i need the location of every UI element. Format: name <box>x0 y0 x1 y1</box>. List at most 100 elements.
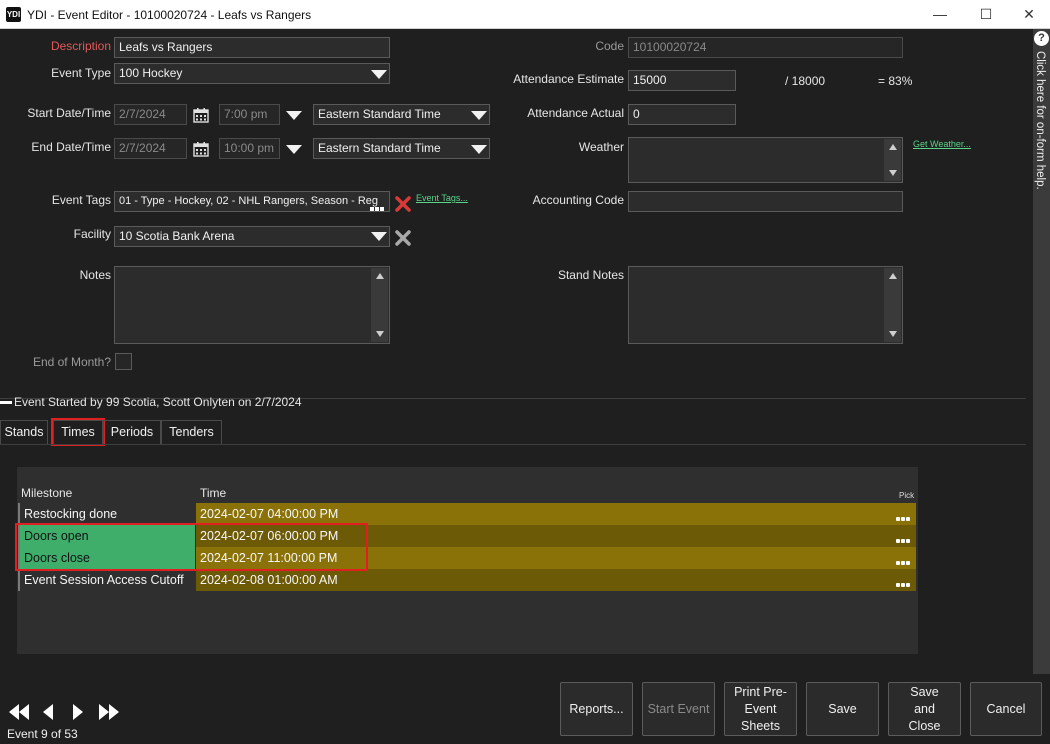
end-datetime-label: End Date/Time <box>31 140 111 154</box>
next-icon <box>73 704 83 720</box>
tab-times[interactable]: Times <box>51 418 105 446</box>
end-time-field[interactable]: 10:00 pm <box>219 138 280 159</box>
time-value: 2024-02-08 01:00:00 AM <box>200 573 338 587</box>
end-timezone-dropdown-icon[interactable] <box>471 145 487 154</box>
table-row[interactable]: Event Session Access Cutoff 2024-02-08 0… <box>17 569 918 591</box>
reports-button[interactable]: Reports... <box>560 682 633 736</box>
pick-column-header: Pick <box>899 491 915 500</box>
stand-notes-scrollbar[interactable] <box>884 268 901 342</box>
end-timezone-select[interactable]: Eastern Standard Time <box>313 138 490 159</box>
calendar-icon[interactable] <box>193 107 209 123</box>
clear-tags-icon[interactable] <box>394 195 412 213</box>
end-time-dropdown-icon[interactable] <box>286 145 302 154</box>
save-and-close-button[interactable]: Save and Close <box>888 682 961 736</box>
attendance-actual-label: Attendance Actual <box>527 106 624 120</box>
code-field: 10100020724 <box>628 37 903 58</box>
window-title: YDI - Event Editor - 10100020724 - Leafs… <box>27 8 312 22</box>
event-type-value: 100 Hockey <box>119 66 183 80</box>
pick-time-icon[interactable] <box>896 532 914 543</box>
facility-dropdown-icon[interactable] <box>371 232 387 241</box>
save-button[interactable]: Save <box>806 682 879 736</box>
end-timezone-value: Eastern Standard Time <box>318 141 441 155</box>
notes-scrollbar[interactable] <box>371 268 388 342</box>
attendance-actual-field[interactable]: 0 <box>628 104 736 125</box>
scroll-up-icon[interactable] <box>889 144 897 150</box>
description-field[interactable]: Leafs vs Rangers <box>114 37 390 58</box>
previous-icon <box>43 704 53 720</box>
facility-select[interactable]: 10 Scotia Bank Arena <box>114 226 390 247</box>
help-icon[interactable]: ? <box>1034 31 1049 46</box>
milestone-cell[interactable]: Event Session Access Cutoff <box>18 569 195 591</box>
facility-value: 10 Scotia Bank Arena <box>119 229 235 243</box>
event-tags-link[interactable]: Event Tags... <box>416 193 468 203</box>
attendance-estimate-field[interactable]: 15000 <box>628 70 736 91</box>
weather-scrollbar[interactable] <box>884 139 901 181</box>
highlight-box <box>15 523 368 571</box>
pick-time-icon[interactable] <box>896 576 914 587</box>
fast-forward-icon <box>99 704 119 720</box>
attendance-capacity: / 18000 <box>785 74 826 88</box>
get-weather-link[interactable]: Get Weather... <box>913 139 971 149</box>
event-tags-field[interactable]: 01 - Type - Hockey, 02 - NHL Rangers, Se… <box>114 191 390 212</box>
on-form-help-bar[interactable]: ? Click here for on-form help. <box>1033 29 1050 674</box>
stand-notes-textarea[interactable] <box>628 266 903 344</box>
start-date-field[interactable]: 2/7/2024 <box>114 104 187 125</box>
scroll-down-icon[interactable] <box>889 331 897 337</box>
last-record-button[interactable] <box>98 703 120 721</box>
help-text[interactable]: Click here for on-form help. <box>1034 51 1046 190</box>
start-timezone-dropdown-icon[interactable] <box>471 111 487 120</box>
scroll-down-icon[interactable] <box>889 170 897 176</box>
time-value: 2024-02-07 04:00:00 PM <box>200 507 339 521</box>
end-date-field[interactable]: 2/7/2024 <box>114 138 187 159</box>
event-tags-label: Event Tags <box>51 193 111 207</box>
maximize-button[interactable]: ☐ <box>964 0 1008 29</box>
previous-record-button[interactable] <box>42 703 54 721</box>
weather-textarea[interactable] <box>628 137 903 183</box>
event-type-select[interactable]: 100 Hockey <box>114 63 390 84</box>
tab-periods[interactable]: Periods <box>103 420 161 444</box>
time-cell[interactable]: 2024-02-08 01:00:00 AM <box>196 569 916 591</box>
scroll-down-icon[interactable] <box>376 331 384 337</box>
more-options-icon[interactable] <box>370 200 386 211</box>
start-time-dropdown-icon[interactable] <box>286 111 302 120</box>
status-marker <box>0 401 12 405</box>
facility-label: Facility <box>73 227 111 241</box>
code-label: Code <box>595 39 624 53</box>
next-record-button[interactable] <box>72 703 84 721</box>
stand-notes-label: Stand Notes <box>557 268 624 282</box>
milestone-cell[interactable]: Restocking done <box>18 503 195 525</box>
tab-stands[interactable]: Stands <box>0 420 48 444</box>
clear-facility-icon[interactable] <box>394 229 412 247</box>
start-timezone-value: Eastern Standard Time <box>318 107 441 121</box>
times-grid: Milestone Time Pick Restocking done 2024… <box>15 467 918 654</box>
rewind-icon <box>9 704 29 720</box>
cancel-button[interactable]: Cancel <box>970 682 1042 736</box>
scroll-up-icon[interactable] <box>889 273 897 279</box>
notes-label: Notes <box>79 268 111 282</box>
pick-time-icon[interactable] <box>896 554 914 565</box>
start-event-button[interactable]: Start Event <box>642 682 715 736</box>
minimize-button[interactable]: — <box>918 0 962 29</box>
accounting-code-field[interactable] <box>628 191 903 212</box>
calendar-icon[interactable] <box>193 141 209 157</box>
time-column-header[interactable]: Time <box>200 486 226 500</box>
pick-time-icon[interactable] <box>896 510 914 521</box>
tab-tenders[interactable]: Tenders <box>161 420 222 444</box>
time-cell[interactable]: 2024-02-07 04:00:00 PM <box>196 503 916 525</box>
table-row[interactable]: Restocking done 2024-02-07 04:00:00 PM <box>17 503 918 525</box>
event-type-label: Event Type <box>51 66 111 80</box>
notes-textarea[interactable] <box>114 266 390 344</box>
first-record-button[interactable] <box>8 703 30 721</box>
event-type-dropdown-icon[interactable] <box>371 70 387 79</box>
print-pre-event-sheets-button[interactable]: Print Pre-Event Sheets <box>724 682 797 736</box>
start-timezone-select[interactable]: Eastern Standard Time <box>313 104 490 125</box>
start-time-field[interactable]: 7:00 pm <box>219 104 280 125</box>
event-started-status: Event Started by 99 Scotia, Scott Onlyte… <box>0 395 302 409</box>
end-of-month-checkbox[interactable] <box>115 353 132 370</box>
attendance-estimate-label: Attendance Estimate <box>513 72 624 86</box>
close-button[interactable]: ✕ <box>1007 0 1050 29</box>
weather-label: Weather <box>578 140 624 154</box>
description-label: Description <box>50 39 111 53</box>
scroll-up-icon[interactable] <box>376 273 384 279</box>
milestone-column-header[interactable]: Milestone <box>21 486 72 500</box>
